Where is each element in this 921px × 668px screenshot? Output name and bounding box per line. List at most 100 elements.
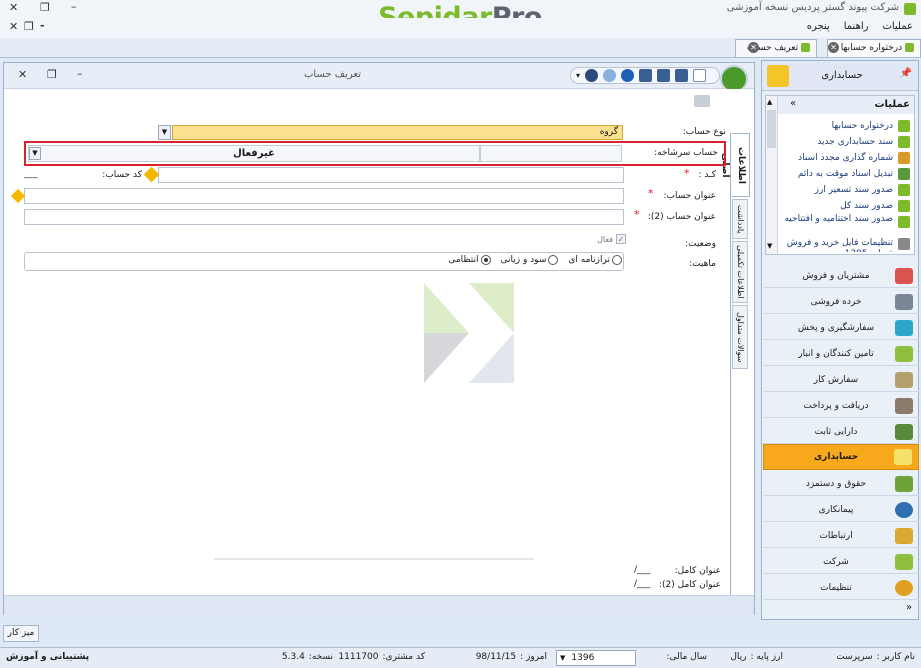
payroll-icon: [895, 475, 913, 492]
app-icon: [904, 3, 916, 15]
op-closing-voucher[interactable]: صدور سند اختتامیه و افتتاحیه: [782, 214, 914, 238]
required-star: *: [684, 167, 690, 180]
module-accounting[interactable]: حسابداری: [763, 444, 919, 470]
support-link[interactable]: پشتیبانی و آموزش: [6, 652, 89, 662]
tab-account-tree[interactable]: درختواره حسابها: [827, 39, 921, 57]
module-fixed-assets[interactable]: دارایی ثابت: [763, 420, 919, 444]
minimize-icon[interactable]: –: [77, 67, 83, 80]
desk-tab[interactable]: میز کار: [3, 625, 39, 642]
module-suppliers-inventory[interactable]: تامین کنندگان و انبار: [763, 342, 919, 366]
nature-label: ماهیت:: [689, 259, 716, 269]
mdi-restore-icon[interactable]: ❐: [24, 20, 34, 33]
chevron-down-icon[interactable]: ▼: [29, 147, 41, 160]
pin-icon[interactable]: 📌: [900, 68, 912, 79]
status-currency: ارز پایه : ریال: [730, 652, 783, 662]
op-account-tree[interactable]: درختواره حسابها: [782, 118, 914, 134]
watermark-logo: [424, 283, 514, 383]
parent-account-code[interactable]: [480, 145, 622, 162]
restore-icon[interactable]: ❐: [47, 68, 57, 81]
ops-scrollbar[interactable]: ▲ ▼: [766, 96, 778, 254]
menu-help[interactable]: راهنما: [844, 21, 869, 32]
sidebar-header: 📌 حسابداری: [762, 61, 918, 91]
op-purchase-file[interactable]: تنظیمات فایل خرید و فروش فصلی 1395: [782, 238, 914, 252]
module-work-order[interactable]: سفارش کار: [763, 368, 919, 392]
warning-icon: [10, 188, 26, 204]
payment-icon: [895, 397, 913, 414]
window-title: شرکت پیوند گستر پردیس نسخه آموزشی: [726, 2, 899, 13]
toolbar-dropdown-icon[interactable]: ▾: [576, 71, 580, 80]
nature-balance-radio[interactable]: ترازنامه ای: [568, 255, 622, 265]
operations-title: عملیات: [874, 99, 910, 110]
tree-icon: [905, 43, 914, 52]
account-type-label: نوع حساب:: [682, 127, 726, 137]
module-distribution[interactable]: سفارشگیری و پخش: [763, 316, 919, 340]
module-retail[interactable]: خرده فروشی: [763, 290, 919, 314]
chevron-down-icon[interactable]: ▼: [158, 125, 171, 140]
menu-operations[interactable]: عملیات: [882, 21, 913, 32]
op-renumber[interactable]: شماره گذاری مجدد اسناد: [782, 150, 914, 166]
code-input[interactable]: [158, 167, 624, 183]
module-payroll[interactable]: حقوق و دستمزد: [763, 472, 919, 496]
code-hint-value: ___: [24, 169, 38, 179]
tab-notes[interactable]: یادداشت: [732, 199, 748, 239]
tab-faq[interactable]: سوالات متداول: [732, 305, 748, 369]
nature-disciplinary-radio[interactable]: انتظامی: [448, 255, 491, 265]
chevron-down-icon[interactable]: ▼: [560, 654, 565, 662]
close-tab-icon[interactable]: ✕: [828, 42, 839, 53]
op-fx-voucher[interactable]: صدور سند تسعیر ارز: [782, 182, 914, 198]
active-checkbox-wrap[interactable]: ✓ فعال: [584, 234, 626, 244]
mdi-minimize-icon[interactable]: -: [40, 19, 45, 32]
close-icon[interactable]: ✕: [9, 1, 18, 14]
save-new-icon[interactable]: [657, 69, 671, 82]
op-general-voucher[interactable]: صدور سند کل: [782, 198, 914, 214]
sidebar-header-title: حسابداری: [821, 70, 863, 81]
folder-icon[interactable]: [694, 95, 710, 107]
restore-icon[interactable]: ❐: [40, 1, 50, 14]
module-contracting[interactable]: پیمانکاری: [763, 498, 919, 522]
parent-account-select[interactable]: غیرفعال: [28, 145, 480, 162]
radio-icon[interactable]: [612, 255, 622, 265]
distribution-icon: [895, 319, 913, 336]
status-today: امروز :98/11/15: [475, 652, 547, 662]
help-icon[interactable]: [621, 69, 635, 82]
account-title2-input[interactable]: [24, 209, 624, 225]
divider: [214, 558, 534, 560]
collapse-icon[interactable]: «: [790, 98, 796, 109]
module-customers-sales[interactable]: مشتریان و فروش: [763, 264, 919, 288]
navigation-sidebar: 📌 حسابداری عملیات « ▲ ▼ درختواره حسابها …: [761, 60, 919, 620]
checkbox-icon[interactable]: ✓: [616, 234, 626, 244]
nature-profit-loss-radio[interactable]: سود و زیانی: [501, 255, 559, 265]
window-header: ✕ ❐ – تعریف حساب ▾: [4, 63, 754, 93]
close-icon[interactable]: ✕: [18, 68, 27, 81]
op-convert-temp[interactable]: تبدیل اسناد موقت به دائم: [782, 166, 914, 182]
module-company[interactable]: شرکت: [763, 550, 919, 574]
account-type-select[interactable]: گروه: [172, 125, 623, 140]
tab-main-info[interactable]: اطلاعات اصلی: [720, 133, 750, 197]
menu-window[interactable]: پنجره: [807, 21, 830, 32]
account-title-input[interactable]: [24, 188, 624, 204]
radio-icon[interactable]: [548, 255, 559, 265]
fiscal-year-value: 1396: [571, 653, 595, 663]
radio-selected-icon[interactable]: [480, 255, 491, 265]
warning-icon: [143, 166, 160, 183]
full-title2-value: /___: [634, 579, 651, 589]
module-settings[interactable]: تنظیمات: [763, 576, 919, 600]
save-close-icon[interactable]: [639, 69, 653, 82]
module-receipts-payments[interactable]: دریافت و پرداخت: [763, 394, 919, 418]
window-footer: [4, 595, 754, 615]
module-communications[interactable]: ارتباطات: [763, 524, 919, 548]
expand-icon[interactable]: »: [906, 602, 912, 613]
mdi-close-icon[interactable]: ✕: [9, 20, 18, 33]
minimize-icon[interactable]: –: [71, 0, 77, 13]
tab-extra-info[interactable]: اطلاعات تکمیلی: [732, 241, 748, 303]
save-icon[interactable]: [675, 69, 689, 82]
fiscal-year-select[interactable]: ▼ 1396: [556, 650, 636, 666]
op-new-voucher[interactable]: سند حسابداری جدید: [782, 134, 914, 150]
new-document-icon[interactable]: [693, 69, 707, 82]
retail-icon: [895, 293, 913, 310]
toolbar: ▾: [570, 67, 720, 84]
toolbar-refresh-icon[interactable]: [585, 69, 599, 82]
close-tab-icon[interactable]: ✕: [748, 42, 759, 53]
account-title2-label: عنوان حساب (2):: [647, 212, 716, 222]
toolbar-history-icon[interactable]: [603, 69, 617, 82]
